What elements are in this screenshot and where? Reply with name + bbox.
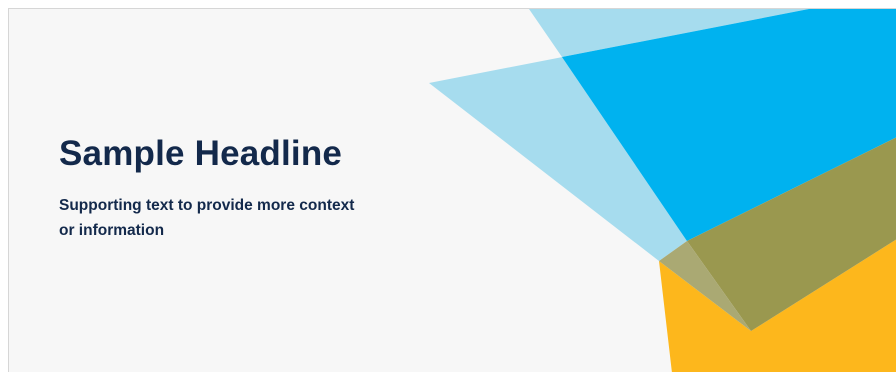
banner-copy: Sample Headline Supporting text to provi…	[59, 133, 479, 243]
headline: Sample Headline	[59, 134, 343, 173]
supporting-text: Supporting text to provide more context …	[59, 197, 355, 239]
hero-banner: Sample Headline Supporting text to provi…	[8, 8, 896, 372]
